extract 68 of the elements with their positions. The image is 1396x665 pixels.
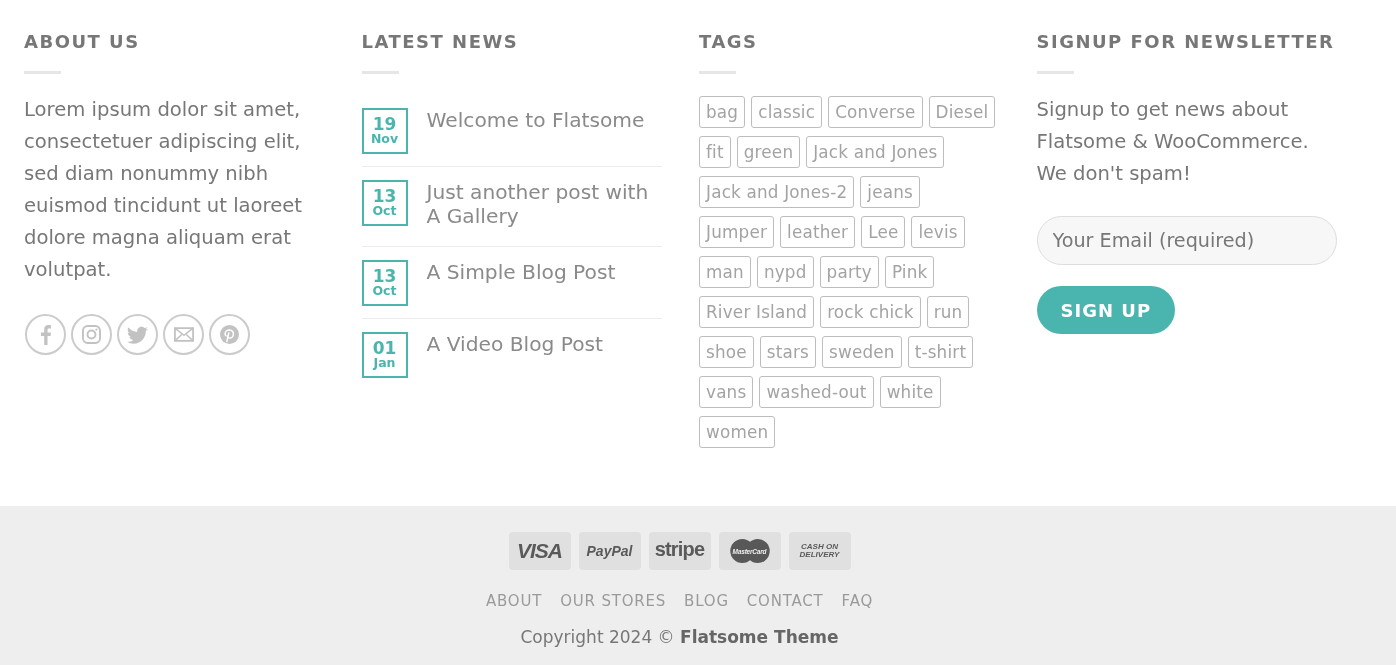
tag-link[interactable]: t-shirt	[907, 336, 974, 368]
date-month: Oct	[372, 284, 397, 298]
tag-link[interactable]: party	[819, 256, 879, 288]
tag-link[interactable]: green	[736, 136, 801, 168]
footer-link[interactable]: FAQ	[841, 592, 874, 610]
tag-link[interactable]: washed-out	[759, 376, 874, 408]
post-title-link[interactable]: Welcome to Flatsome	[426, 108, 645, 154]
tag-link[interactable]: Jack and Jones	[806, 136, 945, 168]
facebook-link[interactable]	[25, 314, 66, 355]
pinterest-link[interactable]	[209, 314, 250, 355]
tag-link[interactable]: leather	[780, 216, 856, 248]
copyright-text: Copyright 2024 © Flatsome Theme	[520, 627, 839, 647]
date-day: 01	[372, 340, 397, 356]
visa-logo: VISA	[508, 532, 571, 570]
column-heading: TAGS	[699, 31, 759, 53]
footer-link[interactable]: CONTACT	[746, 592, 824, 610]
date-month: Oct	[372, 204, 397, 218]
email-field[interactable]: Your Email (required)	[1036, 216, 1337, 265]
tag-link[interactable]: Converse	[828, 96, 923, 128]
tag-link[interactable]: sweden	[822, 336, 902, 368]
column-heading: SIGNUP FOR NEWSLETTER	[1036, 31, 1336, 53]
post-title-link[interactable]: Just another post with A Gallery	[426, 180, 662, 234]
about-text: Lorem ipsum dolor sit amet, consectetuer adipiscing elit, sed diam nonummy nibh euismod tincidunt ut laoreet dolore magna aliquam erat volutpat.	[24, 97, 303, 283]
tag-link[interactable]: women	[699, 416, 776, 448]
newsletter-text: Signup to get news about Flatsome & WooCommerce. We don't spam!	[1036, 97, 1310, 187]
envelope-icon	[173, 327, 194, 342]
tag-link[interactable]: nypd	[756, 256, 814, 288]
date-day: 13	[372, 268, 397, 284]
column-heading: ABOUT US	[24, 31, 141, 53]
tag-link[interactable]: Jack and Jones-2	[699, 176, 855, 208]
cash-on-delivery-logo: CASH ON DELIVERY	[788, 532, 851, 570]
email-link[interactable]	[163, 314, 204, 355]
tag-link[interactable]: fit	[699, 136, 731, 168]
stripe-logo: stripe	[648, 532, 711, 570]
instagram-icon	[82, 325, 101, 344]
post-title-link[interactable]: A Simple Blog Post	[426, 260, 616, 306]
pinterest-icon	[220, 325, 239, 344]
tag-link[interactable]: Pink	[884, 256, 935, 288]
bird-icon	[127, 325, 148, 344]
post-title-link[interactable]: A Video Blog Post	[426, 332, 603, 378]
tag-link[interactable]: stars	[759, 336, 817, 368]
tag-link[interactable]: Lee	[861, 216, 906, 248]
sign-up-button[interactable]: SIGN UP	[1036, 286, 1176, 334]
tag-link[interactable]: River Island	[699, 296, 815, 328]
footer-link[interactable]: ABOUT	[485, 592, 543, 610]
tag-link[interactable]: bag	[699, 96, 746, 128]
date-day: 19	[372, 116, 397, 132]
tag-link[interactable]: Jumper	[699, 216, 774, 248]
tag-link[interactable]: man	[699, 256, 751, 288]
instagram-link[interactable]	[71, 314, 112, 355]
facebook-icon	[40, 324, 51, 345]
column-heading: LATEST NEWS	[361, 31, 520, 53]
tag-link[interactable]: levis	[911, 216, 965, 248]
paypal-logo: PayPal	[578, 532, 641, 570]
tag-link[interactable]: rock chick	[820, 296, 921, 328]
tag-link[interactable]: white	[879, 376, 941, 408]
date-day: 13	[372, 188, 397, 204]
date-month: Jan	[373, 356, 396, 370]
tag-link[interactable]: classic	[751, 96, 823, 128]
tag-link[interactable]: vans	[699, 376, 754, 408]
footer-link[interactable]: OUR STORES	[560, 592, 667, 610]
tag-link[interactable]: run	[926, 296, 970, 328]
date-month: Nov	[370, 132, 399, 146]
tag-link[interactable]: jeans	[860, 176, 920, 208]
tag-link[interactable]: Diesel	[928, 96, 996, 128]
twitter-link[interactable]	[117, 314, 158, 355]
tag-link[interactable]: shoe	[699, 336, 754, 368]
footer-link[interactable]: BLOG	[684, 592, 729, 610]
